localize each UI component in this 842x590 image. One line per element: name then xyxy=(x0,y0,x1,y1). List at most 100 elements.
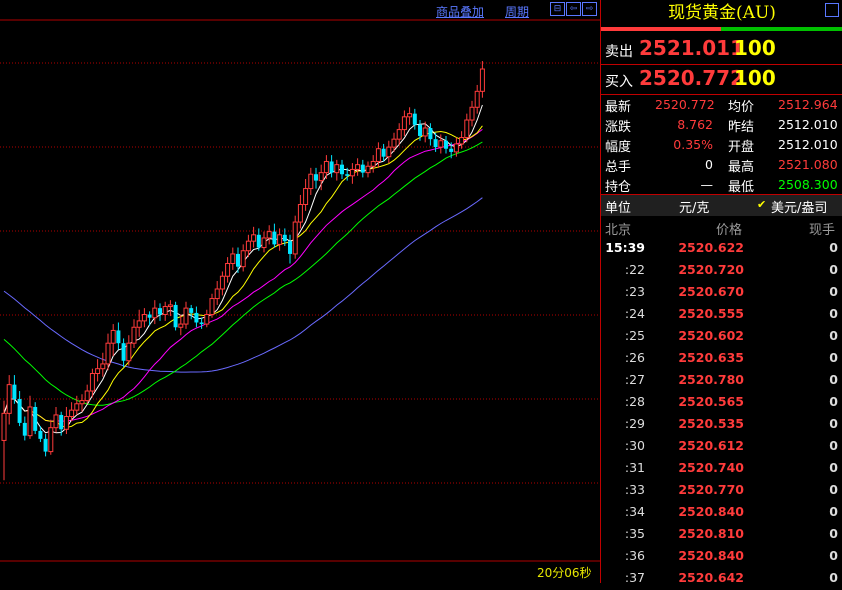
tick-qty: 0 xyxy=(829,306,838,321)
candle-body xyxy=(391,138,397,148)
buy-row: 买入 2520.772 100 xyxy=(601,62,842,95)
candle-body xyxy=(365,165,371,174)
unit-option-cny[interactable]: 元/克 xyxy=(679,197,709,216)
tick-qty: 0 xyxy=(829,328,838,343)
zoom-out-icon[interactable]: ⊟ xyxy=(550,2,565,16)
stat-label: 总手 xyxy=(605,160,632,175)
tick-time: :34 xyxy=(624,504,645,519)
candle-body xyxy=(89,372,95,392)
tick-qty: 0 xyxy=(829,394,838,409)
tick-price: 2520.740 xyxy=(678,460,744,475)
check-icon: ✔ xyxy=(757,198,767,211)
candle-body xyxy=(121,343,126,361)
candle-body xyxy=(396,129,402,140)
tick-price: 2520.535 xyxy=(678,416,744,431)
arrow-right-icon[interactable]: ⇨ xyxy=(582,2,597,16)
tick-time: :29 xyxy=(624,416,645,431)
tick-qty: 0 xyxy=(829,416,838,431)
tick-row: :26 2520.635 0 xyxy=(601,348,842,370)
sell-volume: 100 xyxy=(734,36,776,60)
tick-qty: 0 xyxy=(829,482,838,497)
unit-label: 单位 xyxy=(605,201,632,216)
candle-body xyxy=(349,168,355,177)
candle-body xyxy=(256,234,261,248)
unit-option-usd[interactable]: 美元/盎司 xyxy=(771,197,827,216)
candle-body xyxy=(74,403,80,411)
tick-qty: 0 xyxy=(829,526,838,541)
tick-price: 2520.840 xyxy=(678,548,744,563)
stat-value: 2521.080 xyxy=(778,157,838,172)
candle-body xyxy=(48,427,54,453)
tick-qty: 0 xyxy=(829,240,838,255)
stat-label: 涨跌 xyxy=(605,120,632,135)
candle-body xyxy=(100,363,106,370)
candle-body xyxy=(22,422,27,436)
candle-body xyxy=(167,304,173,308)
candle-body xyxy=(401,116,407,131)
arrow-left-icon[interactable]: ⇦ xyxy=(566,2,581,16)
candle-body xyxy=(323,160,329,174)
quote-panel: 现货黄金(AU) 卖出 2521.011 100 买入 2520.772 100… xyxy=(600,0,842,585)
candle-body xyxy=(334,164,340,174)
kline-canvas[interactable] xyxy=(0,0,600,583)
tick-price: 2520.635 xyxy=(678,350,744,365)
stat-label: 持仓 xyxy=(605,180,632,195)
candle-body xyxy=(79,400,85,405)
buy-price: 2520.772 xyxy=(639,66,745,90)
tick-qty: 0 xyxy=(829,350,838,365)
tick-qty: 0 xyxy=(829,438,838,453)
stat-label: 开盘 xyxy=(728,140,755,155)
candle-body xyxy=(63,416,69,430)
tick-row: :29 2520.535 0 xyxy=(601,414,842,436)
candle-body xyxy=(105,342,111,365)
candle-body xyxy=(418,124,422,136)
kline-chart[interactable]: 商品叠加 周期 ⊟ ⇦ ⇨ 20分06秒 xyxy=(0,0,600,583)
candle-body xyxy=(433,139,438,148)
ma60-line xyxy=(3,141,483,406)
tick-qty: 0 xyxy=(829,372,838,387)
tick-row: :31 2520.740 0 xyxy=(601,458,842,480)
candle-body xyxy=(136,320,142,328)
buy-volume: 100 xyxy=(734,66,776,90)
tick-price: 2520.602 xyxy=(678,328,744,343)
tick-price: 2520.565 xyxy=(678,394,744,409)
tick-time: :31 xyxy=(624,460,645,475)
candle-body xyxy=(158,308,162,315)
tick-time: :22 xyxy=(624,262,645,277)
buy-strength-bar xyxy=(721,27,842,31)
candle-body xyxy=(469,106,475,121)
tick-price: 2520.770 xyxy=(678,482,744,497)
tick-time: :28 xyxy=(624,394,645,409)
stat-value: 2512.010 xyxy=(778,117,838,132)
candle-body xyxy=(12,384,17,399)
tick-header-price: 价格 xyxy=(716,223,743,238)
candle-body xyxy=(84,390,90,402)
tick-time: :26 xyxy=(624,350,645,365)
candle-body xyxy=(162,306,168,316)
tick-time: :24 xyxy=(624,306,645,321)
period-link[interactable]: 周期 xyxy=(505,3,529,20)
candle-body xyxy=(178,323,184,328)
elapsed-time: 20分06秒 xyxy=(537,566,592,580)
candle-body xyxy=(277,234,283,245)
tick-time: :30 xyxy=(624,438,645,453)
sell-strength-bar xyxy=(601,27,721,31)
candle-body xyxy=(261,237,267,249)
tick-qty: 0 xyxy=(829,460,838,475)
tick-qty: 0 xyxy=(829,262,838,277)
candle-body xyxy=(147,314,152,318)
tick-row: :35 2520.810 0 xyxy=(601,524,842,546)
overlay-commodity-link[interactable]: 商品叠加 xyxy=(436,3,484,20)
tick-row: :33 2520.770 0 xyxy=(601,480,842,502)
tick-row: :24 2520.555 0 xyxy=(601,304,842,326)
candle-body xyxy=(308,173,314,190)
tick-price: 2520.622 xyxy=(678,240,744,255)
ma120-line xyxy=(3,197,483,373)
tick-qty: 0 xyxy=(829,548,838,563)
candle-body xyxy=(230,253,236,264)
candle-body xyxy=(131,326,137,344)
candle-body xyxy=(449,148,454,152)
candle-body xyxy=(236,253,240,267)
tick-time: :23 xyxy=(624,284,645,299)
panel-toggle-icon[interactable] xyxy=(825,3,839,17)
